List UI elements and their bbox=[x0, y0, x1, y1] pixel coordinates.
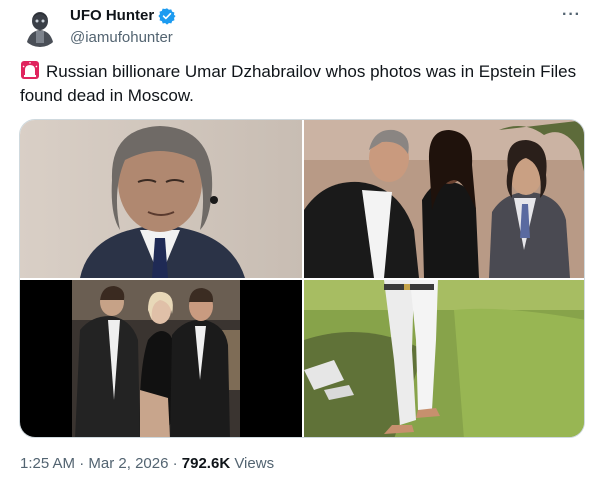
timestamp-link[interactable]: 1:25 AM · Mar 2, 2026 bbox=[20, 455, 168, 472]
post-time: 1:25 AM bbox=[20, 455, 76, 472]
media-photo-3[interactable] bbox=[20, 280, 302, 437]
tweet-text: Russian billionare Umar Dzhabrailov whos… bbox=[20, 60, 580, 108]
avatar[interactable] bbox=[20, 7, 60, 47]
post-date: Mar 2, 2026 bbox=[88, 455, 169, 472]
tweet-body: Russian billionare Umar Dzhabrailov whos… bbox=[20, 62, 577, 105]
views-label: Views bbox=[234, 455, 275, 472]
more-options-button[interactable]: ··· bbox=[562, 6, 581, 24]
views-count[interactable]: 792.6K bbox=[182, 455, 230, 472]
media-photo-2[interactable] bbox=[304, 120, 584, 278]
media-photo-1[interactable] bbox=[20, 120, 302, 278]
media-photo-4[interactable] bbox=[304, 280, 584, 437]
tweet-card: UFO Hunter @iamufohunter ··· Russian bil… bbox=[0, 0, 603, 479]
verified-badge-icon bbox=[158, 7, 176, 25]
display-name[interactable]: UFO Hunter bbox=[70, 6, 154, 26]
avatar-image bbox=[20, 7, 60, 47]
author-block: UFO Hunter @iamufohunter bbox=[70, 6, 176, 48]
tweet-meta: 1:25 AM · Mar 2, 2026 · 792.6K Views bbox=[20, 455, 275, 472]
media-grid bbox=[19, 119, 585, 438]
handle[interactable]: @iamufohunter bbox=[70, 28, 176, 48]
siren-icon bbox=[20, 60, 40, 80]
